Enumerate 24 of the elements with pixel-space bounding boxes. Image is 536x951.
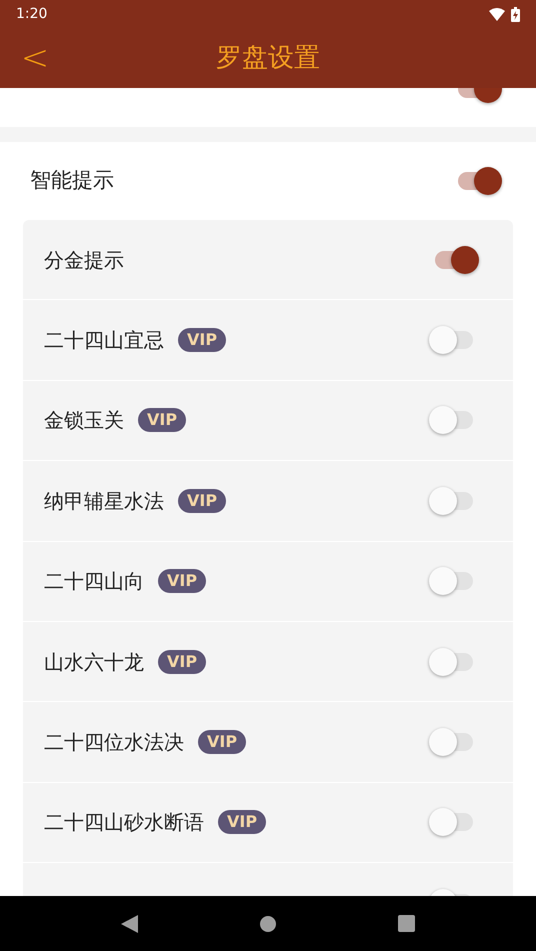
setting-label: 纳甲辅星水法 [44, 488, 164, 515]
vip-badge: VIP [198, 730, 246, 754]
vip-badge: VIP [158, 569, 206, 594]
recents-icon[interactable] [398, 915, 415, 932]
back-icon[interactable] [121, 914, 138, 932]
setting-label: 二十四位水法决 [44, 729, 184, 756]
setting-label: 金锁玉关 [44, 407, 124, 434]
setting-label: 智能提示 [30, 167, 114, 194]
home-icon[interactable] [260, 916, 276, 932]
wifi-icon [489, 8, 505, 20]
vip-badge: VIP [158, 650, 206, 674]
vip-badge: VIP [178, 488, 226, 513]
status-time: 1:20 [16, 4, 48, 24]
setting-label: 山水六十龙 [44, 648, 144, 676]
vip-badge: VIP [178, 328, 226, 352]
page-title: 罗盘设置 [216, 42, 320, 74]
vip-badge: VIP [138, 408, 186, 432]
battery-icon [511, 6, 520, 22]
setting-label: 二十四山向 [44, 568, 144, 596]
setting-label: 分金提示 [44, 246, 124, 274]
setting-label: 二十四山宜忌 [44, 327, 164, 354]
back-button[interactable]: < [20, 38, 50, 78]
setting-label: 二十四山砂水断语 [44, 809, 204, 836]
vip-badge: VIP [218, 810, 266, 834]
